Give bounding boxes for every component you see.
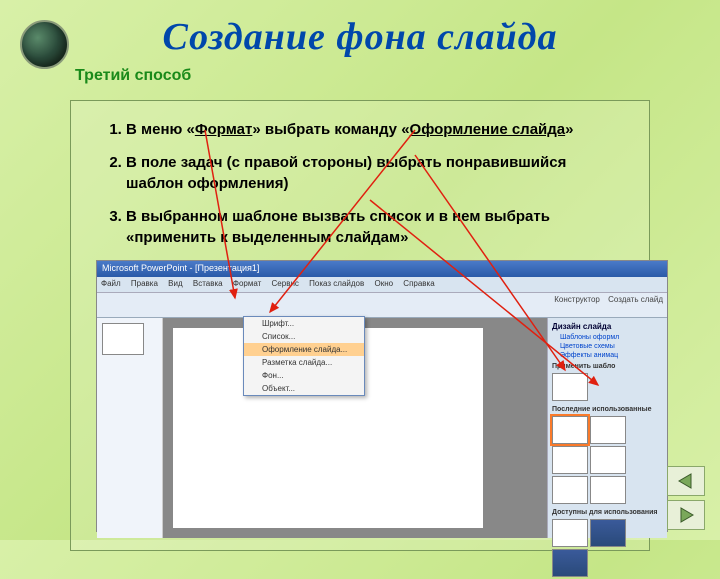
task-pane: Дизайн слайда Шаблоны оформл Цветовые сх…: [547, 318, 667, 538]
page-title: Создание фона слайда: [162, 16, 557, 58]
subtitle: Третий способ: [75, 67, 720, 85]
toolbar-newslide[interactable]: Создать слайд: [608, 295, 663, 304]
pane-link-colors[interactable]: Цветовые схемы: [550, 342, 665, 351]
dropdown-background[interactable]: Фон...: [244, 369, 364, 382]
globe-icon: [20, 20, 69, 69]
dropdown-design[interactable]: Оформление слайда...: [244, 343, 364, 356]
toolbar-constructor[interactable]: Конструктор: [554, 295, 600, 304]
menu-view[interactable]: Вид: [168, 279, 182, 288]
templates-avail: [550, 517, 665, 579]
header: Создание фона слайда: [0, 0, 720, 59]
pane-apply-label: Применить шабло: [550, 360, 665, 371]
template-thumb[interactable]: [590, 476, 626, 504]
template-thumb[interactable]: [590, 446, 626, 474]
template-thumb[interactable]: [552, 416, 588, 444]
pane-link-anim[interactable]: Эффекты анимац: [550, 351, 665, 360]
dropdown-object[interactable]: Объект...: [244, 382, 364, 395]
triangle-left-icon: [677, 473, 695, 489]
nav-next-button[interactable]: [667, 500, 705, 530]
template-thumb[interactable]: [552, 549, 588, 577]
step-1: В меню «Формат» выбрать команду «Оформле…: [126, 119, 624, 140]
menu-file[interactable]: Файл: [101, 279, 121, 288]
menubar: Файл Правка Вид Вставка Формат Сервис По…: [97, 277, 667, 293]
pane-recent-label: Последние использованные: [550, 403, 665, 414]
app-body: Шрифт... Список... Оформление слайда... …: [97, 318, 667, 538]
format-dropdown: Шрифт... Список... Оформление слайда... …: [243, 316, 365, 396]
menu-help[interactable]: Справка: [403, 279, 434, 288]
dropdown-list[interactable]: Список...: [244, 330, 364, 343]
templates-current: [550, 371, 665, 403]
menu-format[interactable]: Формат: [233, 279, 261, 288]
thumb-1[interactable]: [102, 323, 144, 355]
triangle-right-icon: [677, 507, 695, 523]
menu-service[interactable]: Сервис: [272, 279, 299, 288]
nav-prev-button[interactable]: [667, 466, 705, 496]
dropdown-font[interactable]: Шрифт...: [244, 317, 364, 330]
template-thumb[interactable]: [552, 373, 588, 401]
toolbar: Конструктор Создать слайд: [97, 293, 667, 318]
menu-edit[interactable]: Правка: [131, 279, 158, 288]
menu-slideshow[interactable]: Показ слайдов: [309, 279, 364, 288]
slide-thumbs: [97, 318, 163, 538]
template-thumb[interactable]: [590, 519, 626, 547]
template-thumb[interactable]: [552, 476, 588, 504]
app-screenshot: Microsoft PowerPoint - [Презентация1] Фа…: [96, 260, 668, 532]
pane-title: Дизайн слайда: [550, 320, 665, 333]
template-thumb[interactable]: [552, 519, 588, 547]
template-thumb[interactable]: [552, 446, 588, 474]
menu-insert[interactable]: Вставка: [193, 279, 223, 288]
slide-area: Шрифт... Список... Оформление слайда... …: [163, 318, 547, 538]
step-3: В выбранном шаблоне вызвать список и в н…: [126, 206, 624, 248]
window-title: Microsoft PowerPoint - [Презентация1]: [97, 261, 667, 277]
pane-avail-label: Доступны для использования: [550, 506, 665, 517]
content-box: В меню «Формат» выбрать команду «Оформле…: [70, 100, 650, 551]
dropdown-layout[interactable]: Разметка слайда...: [244, 356, 364, 369]
step-2: В поле задач (с правой стороны) выбрать …: [126, 152, 624, 194]
steps-list: В меню «Формат» выбрать команду «Оформле…: [96, 119, 624, 248]
menu-window[interactable]: Окно: [374, 279, 393, 288]
template-thumb[interactable]: [590, 416, 626, 444]
pane-link-templates[interactable]: Шаблоны оформл: [550, 333, 665, 342]
templates-recent: [550, 414, 665, 506]
nav-buttons: [667, 462, 705, 530]
